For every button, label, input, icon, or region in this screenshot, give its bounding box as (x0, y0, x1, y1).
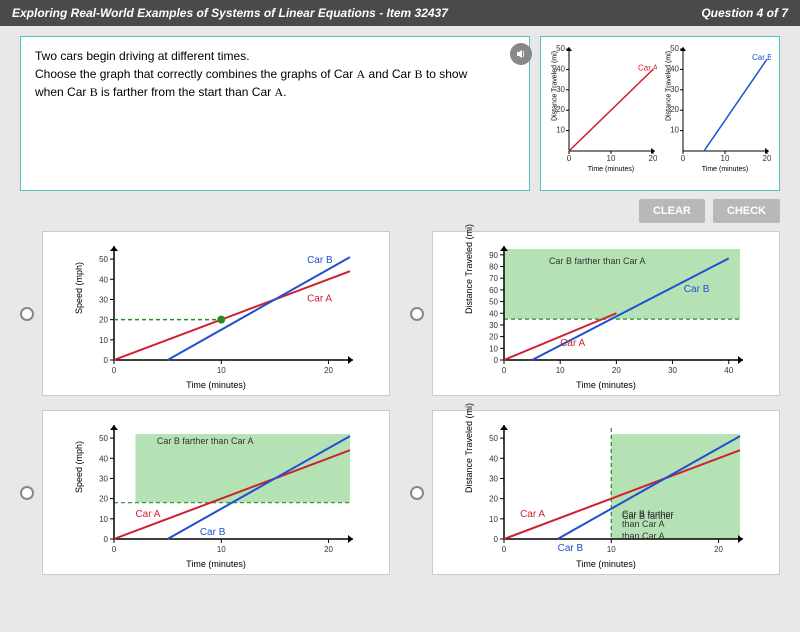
svg-text:10: 10 (607, 545, 616, 554)
chart-option-4: 0102001020304050Car B fartherthan Car AC… (432, 410, 780, 575)
svg-text:0: 0 (502, 366, 507, 375)
svg-text:10: 10 (556, 366, 565, 375)
svg-text:0: 0 (104, 535, 109, 544)
svg-text:Car B farther than Car A: Car B farther than Car A (157, 436, 254, 446)
svg-text:40: 40 (489, 309, 498, 318)
svg-text:10: 10 (99, 336, 108, 345)
svg-text:0: 0 (567, 154, 572, 163)
radio-option-3[interactable] (20, 486, 34, 500)
svg-text:70: 70 (489, 274, 498, 283)
svg-text:20: 20 (612, 366, 621, 375)
svg-text:10: 10 (217, 545, 226, 554)
svg-text:Car B: Car B (752, 53, 771, 62)
svg-text:Car B farther than Car A: Car B farther than Car A (549, 256, 646, 266)
svg-text:80: 80 (489, 263, 498, 272)
svg-text:20: 20 (489, 333, 498, 342)
svg-text:90: 90 (489, 251, 498, 260)
svg-text:60: 60 (489, 286, 498, 295)
option-4: 0102001020304050Car B fartherthan Car AC… (410, 410, 780, 575)
radio-option-1[interactable] (20, 307, 34, 321)
svg-text:40: 40 (99, 275, 108, 284)
top-row: Two cars begin driving at different time… (20, 36, 780, 191)
svg-text:30: 30 (99, 474, 108, 483)
chart-option-1: 0102001020304050Car BCar ASpeed (mph)Tim… (42, 231, 390, 396)
buttons-row: CLEAR CHECK (20, 199, 780, 223)
svg-text:Car B: Car B (684, 284, 710, 295)
svg-text:50: 50 (99, 255, 108, 264)
svg-text:20: 20 (324, 545, 333, 554)
ref-chart-car-b: 010201020304050Car BTime (minutes)Distan… (661, 43, 771, 183)
svg-text:30: 30 (489, 321, 498, 330)
svg-text:10: 10 (99, 515, 108, 524)
clear-button[interactable]: CLEAR (639, 199, 705, 223)
option-2: 0 10 20 30 40 0 10 20 30 40 50 60 70 80 90 Car B farthe… (410, 231, 780, 396)
radio-option-2[interactable] (410, 307, 424, 321)
lesson-title: Exploring Real-World Examples of Systems… (12, 6, 448, 20)
svg-text:Time (minutes): Time (minutes) (702, 166, 748, 173)
svg-text:40: 40 (489, 454, 498, 463)
svg-text:0: 0 (494, 356, 499, 365)
header: Exploring Real-World Examples of Systems… (0, 0, 800, 26)
svg-text:than Car A: than Car A (622, 531, 665, 541)
svg-text:Car B: Car B (558, 543, 584, 554)
radio-option-4[interactable] (410, 486, 424, 500)
svg-text:0: 0 (104, 356, 109, 365)
svg-text:Car A: Car A (638, 63, 657, 72)
svg-text:20: 20 (649, 154, 657, 163)
svg-text:10: 10 (721, 154, 730, 163)
svg-text:20: 20 (99, 316, 108, 325)
svg-text:40: 40 (724, 366, 733, 375)
svg-text:10: 10 (670, 126, 679, 135)
chart-option-3: 0 10 20 0 10 20 30 40 50 Car B farther than Car A… (42, 410, 390, 575)
question-text: Two cars begin driving at different time… (35, 47, 515, 101)
svg-text:Car B: Car B (200, 527, 226, 538)
svg-text:0: 0 (112, 545, 117, 554)
svg-text:20: 20 (763, 154, 771, 163)
svg-text:30: 30 (99, 295, 108, 304)
svg-text:20: 20 (324, 366, 333, 375)
question-box: Two cars begin driving at different time… (20, 36, 530, 191)
svg-text:Car B: Car B (307, 255, 333, 266)
svg-text:50: 50 (489, 298, 498, 307)
svg-text:50: 50 (99, 434, 108, 443)
svg-text:20: 20 (99, 495, 108, 504)
svg-text:10: 10 (556, 126, 565, 135)
svg-text:10: 10 (607, 154, 616, 163)
svg-text:Car A: Car A (135, 509, 160, 520)
svg-text:50: 50 (489, 434, 498, 443)
options-grid: 0102001020304050Car BCar ASpeed (mph)Tim… (20, 231, 780, 575)
svg-text:Time (minutes): Time (minutes) (588, 166, 634, 173)
svg-text:0: 0 (502, 545, 507, 554)
svg-text:Car A: Car A (307, 293, 332, 304)
svg-text:10: 10 (217, 366, 226, 375)
content-area: Two cars begin driving at different time… (0, 26, 800, 585)
svg-text:Car B farther: Car B farther (622, 509, 674, 519)
svg-text:than Car A: than Car A (622, 519, 665, 529)
svg-text:0: 0 (494, 535, 499, 544)
svg-text:10: 10 (489, 344, 498, 353)
check-button[interactable]: CHECK (713, 199, 780, 223)
ref-chart-car-a: 010201020304050Car ATime (minutes)Distan… (547, 43, 657, 183)
reference-charts: 010201020304050Car ATime (minutes)Distan… (540, 36, 780, 191)
option-3: 0 10 20 0 10 20 30 40 50 Car B farther than Car A… (20, 410, 390, 575)
audio-icon[interactable] (510, 43, 532, 65)
question-progress: Question 4 of 7 (701, 6, 788, 20)
svg-text:20: 20 (489, 495, 498, 504)
svg-text:0: 0 (112, 366, 117, 375)
svg-text:Car A: Car A (560, 338, 585, 349)
svg-text:20: 20 (714, 545, 723, 554)
chart-option-2: 0 10 20 30 40 0 10 20 30 40 50 60 70 80 90 Car B farthe… (432, 231, 780, 396)
svg-text:10: 10 (489, 515, 498, 524)
svg-text:Car A: Car A (520, 509, 545, 520)
svg-text:30: 30 (489, 474, 498, 483)
svg-text:40: 40 (99, 454, 108, 463)
svg-text:30: 30 (668, 366, 677, 375)
option-1: 0102001020304050Car BCar ASpeed (mph)Tim… (20, 231, 390, 396)
svg-text:0: 0 (681, 154, 686, 163)
